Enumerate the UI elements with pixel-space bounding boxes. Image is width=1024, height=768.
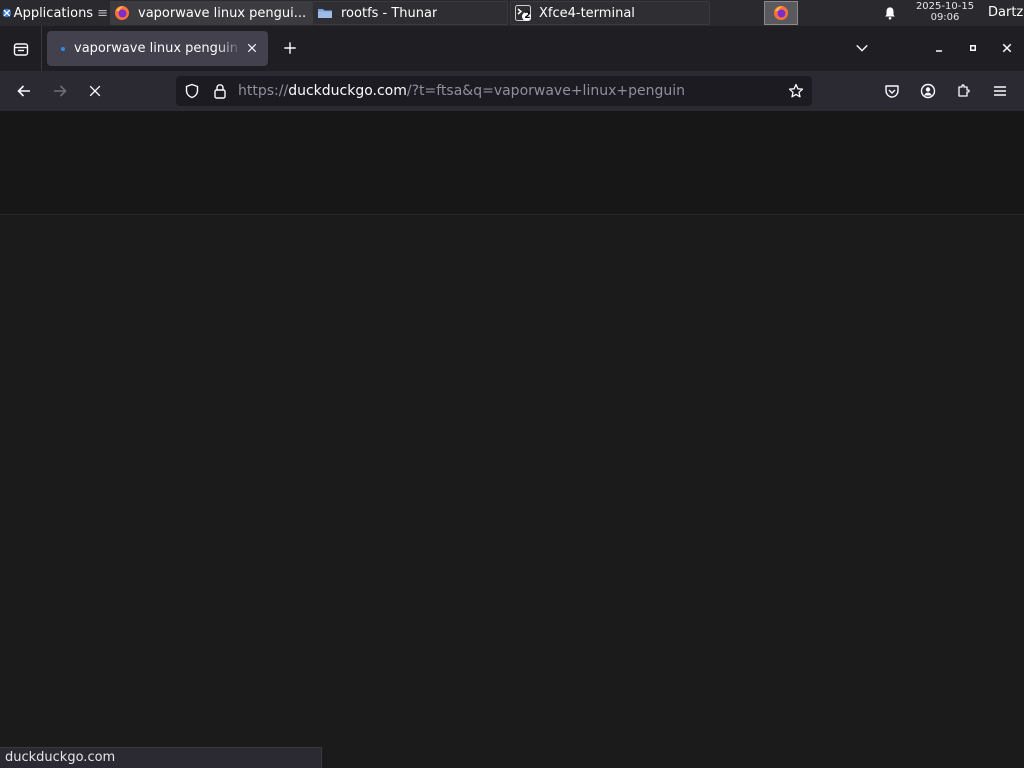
page-header-band	[0, 111, 1024, 215]
taskbar-thunar[interactable]: rootfs - Thunar	[312, 1, 508, 25]
firefox-icon	[114, 5, 130, 21]
clock[interactable]: 2025-10-15 09:06	[908, 1, 982, 23]
tab-strip: vaporwave linux penguin	[0, 26, 1024, 71]
notification-bell-button[interactable]	[870, 0, 910, 26]
extensions-button[interactable]	[948, 75, 980, 107]
task-label: vaporwave linux pengui...	[138, 5, 307, 21]
task-label: rootfs - Thunar	[341, 5, 438, 21]
back-button[interactable]	[8, 75, 40, 107]
tracking-protection-shield-icon[interactable]	[184, 83, 200, 99]
task-label: Xfce4-terminal	[539, 5, 635, 21]
window-minimize-button[interactable]	[925, 34, 953, 62]
minimize-icon	[936, 50, 942, 52]
xfce-panel: Applications ≡ vaporwave linux pengui...…	[0, 0, 1024, 26]
pocket-button[interactable]	[876, 75, 908, 107]
tab-title: vaporwave linux penguin	[74, 41, 238, 56]
url-text[interactable]: https://duckduckgo.com/?t=ftsa&q=vaporwa…	[238, 82, 685, 100]
firefox-view-button[interactable]	[0, 26, 42, 71]
folder-icon	[317, 5, 333, 21]
workspace-switcher-firefox[interactable]	[764, 1, 798, 25]
status-panel: duckduckgo.com	[0, 747, 322, 768]
bell-icon	[885, 7, 895, 20]
terminal-icon: 2	[515, 5, 531, 21]
close-icon	[1002, 43, 1012, 53]
url-host: duckduckgo.com	[288, 83, 407, 99]
task-count-badge: 2	[524, 11, 531, 21]
forward-button[interactable]	[44, 75, 76, 107]
list-all-tabs-button[interactable]	[850, 34, 874, 62]
arrow-right-icon	[54, 85, 67, 97]
puzzle-piece-icon	[958, 84, 970, 97]
url-path: /?t=ftsa&q=vaporwave+linux+penguin	[406, 83, 685, 99]
taskbar-firefox[interactable]: vaporwave linux pengui...	[110, 1, 312, 25]
tab-close-button[interactable]	[244, 40, 260, 56]
separator-glyph: ≡	[97, 5, 108, 21]
lock-icon[interactable]	[212, 83, 228, 99]
arrow-left-icon	[17, 85, 30, 97]
clock-time: 09:06	[930, 12, 960, 23]
maximize-icon	[970, 45, 976, 51]
applications-menu-button[interactable]: Applications ≡	[0, 0, 108, 26]
new-tab-button[interactable]	[278, 34, 302, 62]
user-menu[interactable]: Dartz	[988, 0, 1023, 26]
tab-loading-indicator	[61, 46, 65, 51]
xfce-logo-icon	[2, 8, 12, 18]
window-close-button[interactable]	[993, 34, 1021, 62]
firefox-view-icon	[13, 42, 28, 56]
navigation-toolbar: https://duckduckgo.com/?t=ftsa&q=vaporwa…	[0, 71, 1024, 111]
tab-active[interactable]: vaporwave linux penguin	[47, 31, 268, 66]
chevron-down-icon	[856, 44, 868, 52]
pocket-icon	[885, 85, 899, 98]
account-button[interactable]	[912, 75, 944, 107]
stop-icon	[89, 85, 101, 97]
hamburger-menu-icon	[994, 86, 1006, 96]
page-content[interactable]	[0, 111, 1024, 768]
taskbar-terminal[interactable]: 2 Xfce4-terminal	[510, 1, 710, 25]
star-icon	[788, 83, 804, 98]
stop-loading-button[interactable]	[79, 75, 111, 107]
clock-date: 2025-10-15	[915, 1, 975, 12]
plus-icon	[284, 42, 296, 54]
applications-label: Applications	[13, 5, 94, 21]
application-menu-button[interactable]	[984, 75, 1016, 107]
url-bar[interactable]: https://duckduckgo.com/?t=ftsa&q=vaporwa…	[176, 76, 812, 106]
url-scheme: https://	[238, 83, 289, 99]
account-icon	[920, 83, 936, 99]
window-maximize-button[interactable]	[959, 34, 987, 62]
firefox-icon	[774, 6, 788, 20]
bookmark-star-button[interactable]	[786, 81, 806, 101]
close-icon	[247, 43, 257, 53]
